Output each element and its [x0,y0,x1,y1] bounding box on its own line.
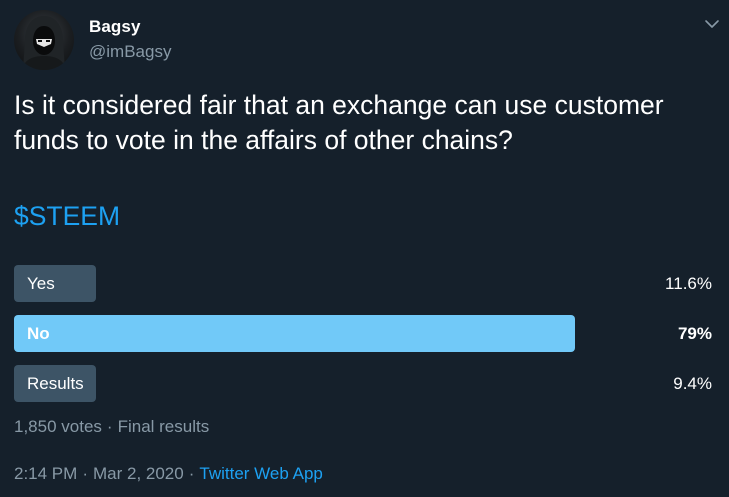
poll-option-label: Yes [27,274,55,293]
separator-dot: · [188,464,195,483]
separator-dot: · [106,417,113,436]
avatar[interactable] [14,10,74,70]
poll-option-label: Results [27,374,84,393]
poll-summary: 1,850 votes · Final results [14,417,209,437]
user-handle[interactable]: @imBagsy [89,42,171,62]
tweet-meta: 2:14 PM · Mar 2, 2020 · Twitter Web App [14,464,323,484]
cashtag-link[interactable]: $STEEM [14,199,120,234]
tweet-source-link[interactable]: Twitter Web App [199,464,322,483]
display-name[interactable]: Bagsy [89,17,141,37]
poll-option-percent: 11.6% [665,274,712,293]
tweet-date[interactable]: Mar 2, 2020 [93,464,184,483]
hooded-figure-avatar [22,16,66,70]
chevron-down-icon[interactable] [702,14,722,34]
poll-option-percent: 79% [677,324,712,343]
poll-option-percent: 9.4% [673,374,712,393]
separator-dot: · [82,464,88,483]
tweet-time[interactable]: 2:14 PM [14,464,77,483]
poll-status: Final results [117,417,210,436]
vote-count: 1,850 votes [14,417,102,436]
poll-option-label: No [27,324,50,343]
tweet-text: Is it considered fair that an exchange c… [14,90,664,155]
poll-option-bar [14,315,575,352]
